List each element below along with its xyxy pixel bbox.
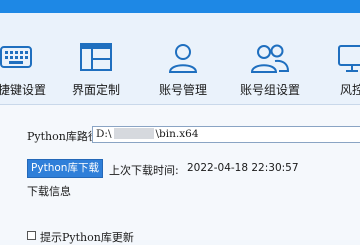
redacted-block	[113, 128, 154, 139]
title-bar	[0, 0, 360, 13]
toolbar-label: 快捷键设置	[0, 83, 46, 97]
toolbar-account-group-settings[interactable]: 账号组设置	[232, 13, 308, 104]
toolbar: 快捷键设置 界面定制 账号管理	[0, 13, 360, 105]
toolbar-label: 账号组设置	[239, 83, 300, 97]
user-icon	[167, 43, 199, 77]
layout-icon	[80, 43, 112, 75]
monitor-icon	[337, 43, 360, 77]
update-hint-checkbox[interactable]	[27, 231, 36, 240]
python-settings-panel: Python库路径 D:\ \bin.x64 Python库下载 上次下载时间: …	[0, 105, 360, 244]
last-download-label: 上次下载时间:	[109, 164, 179, 177]
keyboard-icon	[0, 43, 32, 75]
toolbar-hotkey-settings[interactable]: 快捷键设置	[0, 13, 54, 104]
python-download-button[interactable]: Python库下载	[27, 159, 103, 178]
last-download-time: 2022-04-18 22:30:57	[187, 162, 299, 174]
toolbar-label: 账号管理	[158, 83, 207, 97]
path-suffix: \bin.x64	[155, 128, 199, 140]
toolbar-account-management[interactable]: 账号管理	[145, 13, 221, 104]
toolbar-ui-customize[interactable]: 界面定制	[60, 13, 132, 104]
download-info-label: 下载信息	[27, 185, 71, 198]
toolbar-label: 风控	[339, 83, 360, 97]
python-path-input[interactable]: D:\ \bin.x64	[92, 126, 360, 143]
users-icon	[250, 43, 290, 77]
toolbar-risk-control[interactable]: 风控	[320, 13, 360, 104]
python-path-label: Python库路径	[27, 130, 99, 143]
path-prefix: D:\	[96, 128, 112, 140]
update-hint-label: 提示Python库更新	[40, 231, 134, 244]
toolbar-label: 界面定制	[71, 83, 120, 97]
